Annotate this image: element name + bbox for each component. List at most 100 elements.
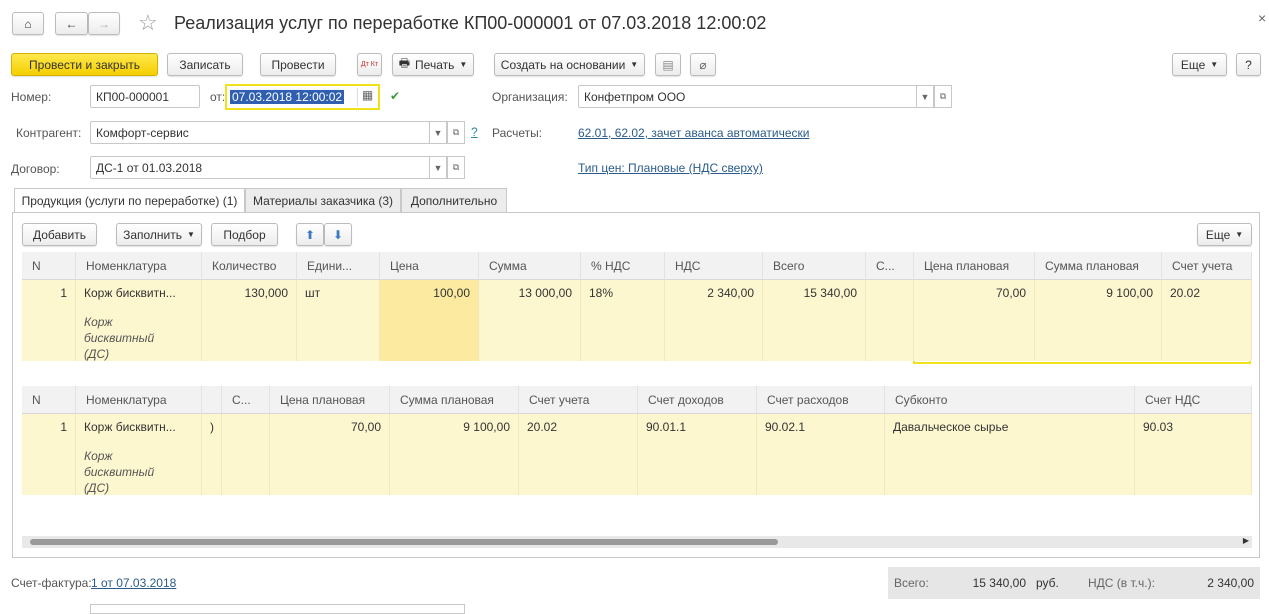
calendar-icon[interactable]: ▦ [357, 88, 377, 106]
organization-dropdown[interactable]: ▼ [916, 85, 934, 108]
attach-button[interactable]: ⌀ [690, 53, 716, 76]
document-button[interactable]: ▤ [655, 53, 681, 76]
table-cell: 130,000 [202, 280, 297, 361]
column-header: НДС [665, 252, 763, 280]
save-button[interactable]: Записать [167, 53, 243, 76]
column-header: Номенклатура [76, 386, 202, 414]
back-button[interactable]: ← [55, 12, 88, 35]
table-cell: 1 [22, 414, 76, 495]
paperclip-icon: ⌀ [699, 57, 707, 72]
column-header: Номенклатура [76, 252, 202, 280]
column-header: С... [222, 386, 270, 414]
table-cell: 90.01.1 [638, 414, 757, 495]
number-label: Номер: [11, 90, 52, 104]
fill-button[interactable]: Заполнить ▼ [116, 223, 202, 246]
table-cell: 90.03 [1135, 414, 1252, 495]
create-based-on-button[interactable]: Создать на основании ▼ [494, 53, 645, 76]
table-cell: 70,00 [914, 280, 1035, 361]
scrollbar-thumb[interactable] [30, 539, 778, 545]
comment-field[interactable] [90, 604, 465, 614]
table-more-label: Еще [1205, 227, 1231, 242]
fill-label: Заполнить [123, 227, 182, 242]
more-button[interactable]: Еще ▼ [1172, 53, 1227, 76]
organization-label: Организация: [492, 90, 568, 104]
table-cell: 9 100,00 [390, 414, 519, 495]
select-button[interactable]: Подбор [211, 223, 278, 246]
organization-open-icon[interactable]: ⧉ [934, 85, 952, 108]
column-header: Счет НДС [1135, 386, 1252, 414]
table-cell: 18% [581, 280, 665, 361]
table-cell: 90.02.1 [757, 414, 885, 495]
arrow-down-icon: ⬇ [332, 227, 344, 242]
column-header: Счет доходов [638, 386, 757, 414]
column-header: Счет учета [1162, 252, 1252, 280]
document-icon: ▤ [662, 57, 674, 72]
table-cell [222, 414, 270, 495]
contract-open-icon[interactable]: ⧉ [447, 156, 465, 179]
post-button[interactable]: Провести [260, 53, 336, 76]
printer-icon: 🖶 [398, 56, 411, 70]
chevron-down-icon: ▼ [1235, 230, 1244, 239]
table-cell: 100,00 [380, 280, 479, 361]
totals-panel: Всего: 15 340,00 руб. НДС (в т.ч.): 2 34… [888, 567, 1260, 599]
table-cell: 20.02 [1162, 280, 1252, 361]
counterparty-field[interactable]: Комфорт-сервис [90, 121, 430, 144]
dt-kt-icon: Дт Кт [360, 60, 379, 68]
move-down-button[interactable]: ⬇ [324, 223, 352, 246]
table-cell: шт [297, 280, 380, 361]
arrow-right-icon: → [98, 16, 110, 31]
invoice-label: Счет-фактура: [11, 576, 92, 590]
table-cell: 1 [22, 280, 76, 361]
column-header: Счет учета [519, 386, 638, 414]
tab-customer-materials[interactable]: Материалы заказчика (3) [245, 188, 401, 212]
close-icon[interactable]: × [1258, 10, 1266, 26]
item-description: Корж бисквитный (ДС) [84, 449, 155, 495]
vat-label: НДС (в т.ч.): [1088, 576, 1155, 590]
number-field[interactable]: КП00-000001 [90, 85, 200, 108]
posted-status-icon: ✔ [390, 89, 401, 103]
column-header: Счет расходов [757, 386, 885, 414]
table-cell: Давальческое сырье [885, 414, 1135, 495]
arrow-up-icon: ⬆ [304, 227, 316, 242]
table-cell: 15 340,00 [763, 280, 866, 361]
contract-field[interactable]: ДС-1 от 01.03.2018 [90, 156, 430, 179]
item-name: Корж бисквитн... [84, 420, 176, 434]
horizontal-scrollbar[interactable]: ▶ [22, 536, 1252, 548]
move-up-button[interactable]: ⬆ [296, 223, 324, 246]
create-based-label: Создать на основании [500, 57, 626, 72]
home-button[interactable]: ⌂ [12, 12, 44, 35]
date-label: от: [210, 90, 226, 104]
table-cell: 2 340,00 [665, 280, 763, 361]
date-field[interactable]: 07.03.2018 12:00:02 ▦ [225, 84, 380, 110]
chevron-down-icon: ▼ [1210, 60, 1219, 69]
more-label: Еще [1180, 57, 1206, 72]
print-button[interactable]: 🖶 Печать ▼ [392, 53, 474, 76]
price-type-link[interactable]: Тип цен: Плановые (НДС сверху) [578, 161, 763, 175]
tab-products[interactable]: Продукция (услуги по переработке) (1) [14, 188, 245, 213]
favorite-star-icon[interactable]: ☆ [138, 10, 158, 36]
counterparty-dropdown[interactable]: ▼ [429, 121, 447, 144]
post-and-close-button[interactable]: Провести и закрыть [11, 53, 158, 76]
scroll-right-icon[interactable]: ▶ [1243, 536, 1249, 545]
settlements-link[interactable]: 62.01, 62.02, зачет аванса автоматически [578, 126, 809, 140]
help-button[interactable]: ? [1236, 53, 1261, 76]
column-header: % НДС [581, 252, 665, 280]
contract-dropdown[interactable]: ▼ [429, 156, 447, 179]
home-icon: ⌂ [24, 16, 32, 31]
table-cell [866, 280, 914, 361]
organization-field[interactable]: Конфетпром ООО [578, 85, 918, 108]
counterparty-help-link[interactable]: ? [471, 125, 478, 139]
table-more-button[interactable]: Еще ▼ [1197, 223, 1252, 246]
column-header: Сумма [479, 252, 581, 280]
page-title: Реализация услуг по переработке КП00-000… [174, 13, 767, 33]
chevron-down-icon: ▼ [187, 230, 195, 239]
dt-kt-button[interactable]: Дт Кт [357, 53, 382, 76]
counterparty-open-icon[interactable]: ⧉ [447, 121, 465, 144]
counterparty-label: Контрагент: [16, 126, 82, 140]
total-label: Всего: [894, 576, 929, 590]
add-button[interactable]: Добавить [22, 223, 97, 246]
invoice-link[interactable]: 1 от 07.03.2018 [91, 576, 176, 590]
vat-value: 2 340,00 [1207, 576, 1254, 590]
forward-button[interactable]: → [88, 12, 120, 35]
tab-additional[interactable]: Дополнительно [401, 188, 507, 212]
